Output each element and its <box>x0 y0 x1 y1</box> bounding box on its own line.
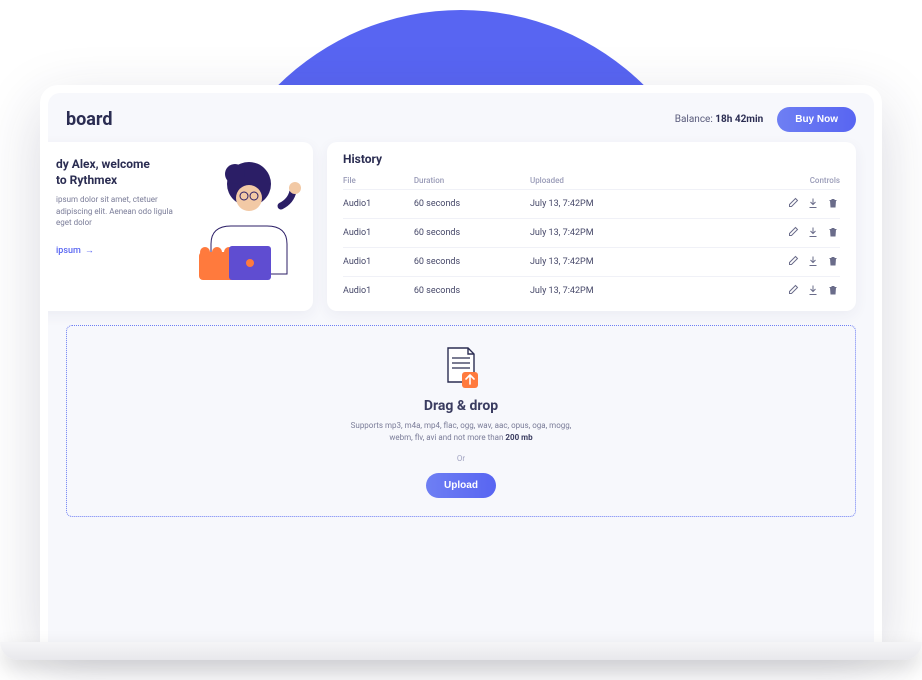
device-base <box>0 642 922 660</box>
cell-file: Audio1 <box>343 219 414 248</box>
welcome-link[interactable]: ipsum → <box>56 245 94 256</box>
welcome-description: ipsum dolor sit amet, ctetuer adipiscing… <box>56 194 183 228</box>
welcome-text: dy Alex, welcome to Rythmex ipsum dolor … <box>56 156 183 307</box>
cell-controls <box>690 277 841 306</box>
table-row: Audio160 secondsJuly 13, 7:42PM <box>343 277 840 306</box>
download-icon[interactable] <box>806 283 820 297</box>
edit-icon[interactable] <box>786 283 800 297</box>
cell-duration: 60 seconds <box>414 277 530 306</box>
balance-value: 18h 42min <box>715 114 763 125</box>
upload-button[interactable]: Upload <box>426 473 496 498</box>
cell-duration: 60 seconds <box>414 190 530 219</box>
table-row: Audio160 secondsJuly 13, 7:42PM <box>343 248 840 277</box>
welcome-illustration <box>191 156 301 307</box>
cell-controls <box>690 190 841 219</box>
history-header-row: File Duration Uploaded Controls <box>343 172 840 190</box>
page-title: board <box>66 109 112 130</box>
cell-file: Audio1 <box>343 190 414 219</box>
cell-uploaded: July 13, 7:42PM <box>530 219 690 248</box>
history-table: File Duration Uploaded Controls Audio160… <box>343 172 840 305</box>
edit-icon[interactable] <box>786 254 800 268</box>
app-screen: board Balance: 18h 42min Buy Now dy Alex… <box>48 93 874 642</box>
topbar: board Balance: 18h 42min Buy Now <box>48 107 856 142</box>
cell-uploaded: July 13, 7:42PM <box>530 277 690 306</box>
buy-now-button[interactable]: Buy Now <box>777 107 856 132</box>
history-title: History <box>343 152 840 166</box>
history-card: History File Duration Uploaded Controls … <box>327 142 856 311</box>
arrow-right-icon: → <box>85 245 94 256</box>
trash-icon[interactable] <box>826 254 840 268</box>
cell-duration: 60 seconds <box>414 248 530 277</box>
device-frame: board Balance: 18h 42min Buy Now dy Alex… <box>40 85 882 642</box>
welcome-card: dy Alex, welcome to Rythmex ipsum dolor … <box>48 142 313 311</box>
cell-controls <box>690 219 841 248</box>
dropzone-or-label: Or <box>457 454 465 463</box>
download-icon[interactable] <box>806 225 820 239</box>
trash-icon[interactable] <box>826 225 840 239</box>
table-row: Audio160 secondsJuly 13, 7:42PM <box>343 219 840 248</box>
col-file: File <box>343 172 414 190</box>
upload-file-icon <box>438 344 484 390</box>
download-icon[interactable] <box>806 196 820 210</box>
cell-file: Audio1 <box>343 277 414 306</box>
content-row: dy Alex, welcome to Rythmex ipsum dolor … <box>48 142 856 311</box>
balance-area: Balance: 18h 42min Buy Now <box>675 107 856 132</box>
edit-icon[interactable] <box>786 196 800 210</box>
col-duration: Duration <box>414 172 530 190</box>
download-icon[interactable] <box>806 254 820 268</box>
table-row: Audio160 secondsJuly 13, 7:42PM <box>343 190 840 219</box>
cell-uploaded: July 13, 7:42PM <box>530 190 690 219</box>
welcome-link-label: ipsum <box>56 246 81 256</box>
dropzone-title: Drag & drop <box>424 398 498 414</box>
balance-label: Balance: 18h 42min <box>675 114 763 125</box>
dropzone-description: Supports mp3, m4a, mp4, flac, ogg, wav, … <box>346 420 576 444</box>
cell-controls <box>690 248 841 277</box>
welcome-title: dy Alex, welcome to Rythmex <box>56 156 183 188</box>
cell-duration: 60 seconds <box>414 219 530 248</box>
col-controls: Controls <box>690 172 841 190</box>
trash-icon[interactable] <box>826 196 840 210</box>
balance-label-text: Balance: <box>675 114 713 125</box>
cell-file: Audio1 <box>343 248 414 277</box>
edit-icon[interactable] <box>786 225 800 239</box>
dropzone[interactable]: Drag & drop Supports mp3, m4a, mp4, flac… <box>66 325 856 517</box>
col-uploaded: Uploaded <box>530 172 690 190</box>
cell-uploaded: July 13, 7:42PM <box>530 248 690 277</box>
trash-icon[interactable] <box>826 283 840 297</box>
